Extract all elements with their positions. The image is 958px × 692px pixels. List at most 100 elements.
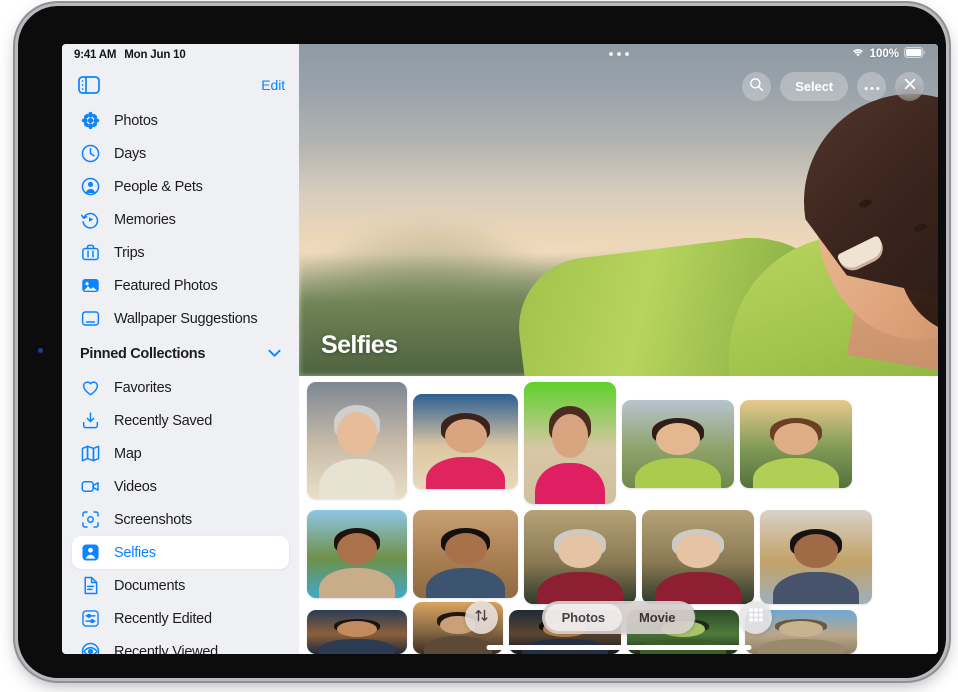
sidebar-item-photos[interactable]: Photos xyxy=(72,104,289,137)
photo-red-dress-a[interactable] xyxy=(524,510,636,604)
photo-subject-head xyxy=(558,534,603,568)
ipad-screen: 9:41 AM Mon Jun 10 Edit xyxy=(62,44,938,654)
sidebar-item-memories[interactable]: Memories xyxy=(72,203,289,236)
sidebar-item-recently-edited[interactable]: Recently Edited xyxy=(72,602,289,635)
sidebar-item-label: Videos xyxy=(114,479,157,495)
hero-image[interactable]: 100% xyxy=(299,44,938,376)
photo-curly-hair[interactable] xyxy=(740,400,852,488)
sidebar-item-label: Featured Photos xyxy=(114,278,217,294)
sidebar-item-label: Memories xyxy=(114,212,176,228)
more-options-button[interactable] xyxy=(857,72,886,101)
chevron-down-icon[interactable] xyxy=(268,345,281,363)
wifi-icon xyxy=(851,47,865,61)
eye-icon xyxy=(80,641,101,654)
sidebar-item-selfies[interactable]: Selfies xyxy=(72,536,289,569)
clock-icon xyxy=(80,143,101,164)
selfie-person-icon xyxy=(80,542,101,563)
photo-subject-torso xyxy=(773,572,858,604)
sidebar-item-documents[interactable]: Documents xyxy=(72,569,289,602)
photo-mirror-selfie[interactable] xyxy=(760,510,872,604)
photo-green-scarf[interactable] xyxy=(524,382,616,504)
photo-subject-torso xyxy=(424,636,492,654)
photo-subject-head xyxy=(445,419,487,453)
sidebar-item-featured-photos[interactable]: Featured Photos xyxy=(72,269,289,302)
multitasking-dots-icon[interactable] xyxy=(609,52,629,56)
sidebar-header: Edit xyxy=(62,66,299,104)
photo-frame-icon xyxy=(80,275,101,296)
sidebar-item-label: Recently Edited xyxy=(114,611,212,627)
photo-subject-torso xyxy=(758,639,843,654)
photo-subject-head xyxy=(552,414,589,458)
sidebar-item-people-pets[interactable]: People & Pets xyxy=(72,170,289,203)
sidebar-nav-list[interactable]: Photos Days xyxy=(62,104,299,654)
photo-red-dress-b[interactable] xyxy=(642,510,754,604)
sidebar-item-trips[interactable]: Trips xyxy=(72,236,289,269)
photo-subject-torso xyxy=(635,458,720,488)
photo-subject-torso xyxy=(319,568,395,598)
sidebar-item-label: Recently Viewed xyxy=(114,644,218,655)
photo-partial-1[interactable] xyxy=(307,610,407,654)
sidebar-item-label: Screenshots xyxy=(114,512,192,528)
photo-subject-torso xyxy=(319,459,395,499)
pinned-collections-header[interactable]: Pinned Collections xyxy=(72,337,289,371)
status-bar-right: 100% xyxy=(851,47,926,61)
sidebar-item-screenshots[interactable]: Screenshots xyxy=(72,503,289,536)
search-button[interactable] xyxy=(742,72,771,101)
sidebar-toggle-icon[interactable] xyxy=(78,76,100,94)
home-indicator xyxy=(486,645,751,650)
battery-full-icon xyxy=(904,47,926,61)
sidebar-item-label: Days xyxy=(114,146,146,162)
photo-hill-selfie[interactable] xyxy=(622,400,734,488)
photo-grid-row xyxy=(299,510,938,610)
sidebar-item-map[interactable]: Map xyxy=(72,437,289,470)
segment-photos[interactable]: Photos xyxy=(545,604,622,631)
photo-grid-row xyxy=(299,382,938,510)
person-circle-icon xyxy=(80,176,101,197)
sidebar-item-recently-saved[interactable]: Recently Saved xyxy=(72,404,289,437)
sidebar-item-label: Trips xyxy=(114,245,144,261)
bezel-artifact xyxy=(38,348,43,353)
status-date: Mon Jun 10 xyxy=(124,49,185,61)
photo-subject-head xyxy=(337,412,377,454)
page-title: Selfies xyxy=(321,331,397,360)
status-bar: 9:41 AM Mon Jun 10 xyxy=(62,44,299,66)
close-button[interactable] xyxy=(895,72,924,101)
photo-subject-torso xyxy=(753,458,838,488)
sidebar-item-label: Recently Saved xyxy=(114,413,212,429)
select-button[interactable]: Select xyxy=(780,72,848,101)
photo-wall-selfie[interactable] xyxy=(413,510,518,598)
screenshot-icon xyxy=(80,509,101,530)
sidebar-item-label: People & Pets xyxy=(114,179,203,195)
suitcase-icon xyxy=(80,242,101,263)
wallpaper-icon xyxy=(80,308,101,329)
document-icon xyxy=(80,575,101,596)
segment-movie[interactable]: Movie xyxy=(622,604,692,631)
sidebar-item-wallpaper-suggestions[interactable]: Wallpaper Suggestions xyxy=(72,302,289,335)
close-x-icon xyxy=(903,77,917,96)
photo-subject-head xyxy=(774,423,819,455)
photo-subject-head xyxy=(794,534,839,568)
grid-view-icon xyxy=(748,607,764,628)
sidebar-item-label: Photos xyxy=(114,113,158,129)
photo-subject-head xyxy=(779,621,824,637)
battery-percent-label: 100% xyxy=(870,48,899,60)
photo-pool-selfie[interactable] xyxy=(307,510,407,598)
sidebar-item-videos[interactable]: Videos xyxy=(72,470,289,503)
photo-subject-torso xyxy=(655,572,740,604)
sidebar-item-favorites[interactable]: Favorites xyxy=(72,371,289,404)
sort-arrows-icon xyxy=(474,608,489,628)
photo-elderly-couple[interactable] xyxy=(307,382,407,499)
sidebar-item-label: Documents xyxy=(114,578,185,594)
photo-subject-torso xyxy=(319,639,395,654)
view-mode-segmented-control[interactable]: Photos Movie xyxy=(542,601,696,634)
edit-button[interactable]: Edit xyxy=(261,77,285,93)
photo-subject-head xyxy=(676,534,721,568)
hero-toolbar: Select xyxy=(742,72,924,101)
sidebar-item-label: Wallpaper Suggestions xyxy=(114,311,257,327)
sidebar: 9:41 AM Mon Jun 10 Edit xyxy=(62,44,299,654)
search-icon xyxy=(749,77,764,97)
photo-canyon-selfie[interactable] xyxy=(413,394,518,489)
sidebar-item-recently-viewed[interactable]: Recently Viewed xyxy=(72,635,289,654)
sort-button[interactable] xyxy=(465,601,498,634)
sidebar-item-days[interactable]: Days xyxy=(72,137,289,170)
